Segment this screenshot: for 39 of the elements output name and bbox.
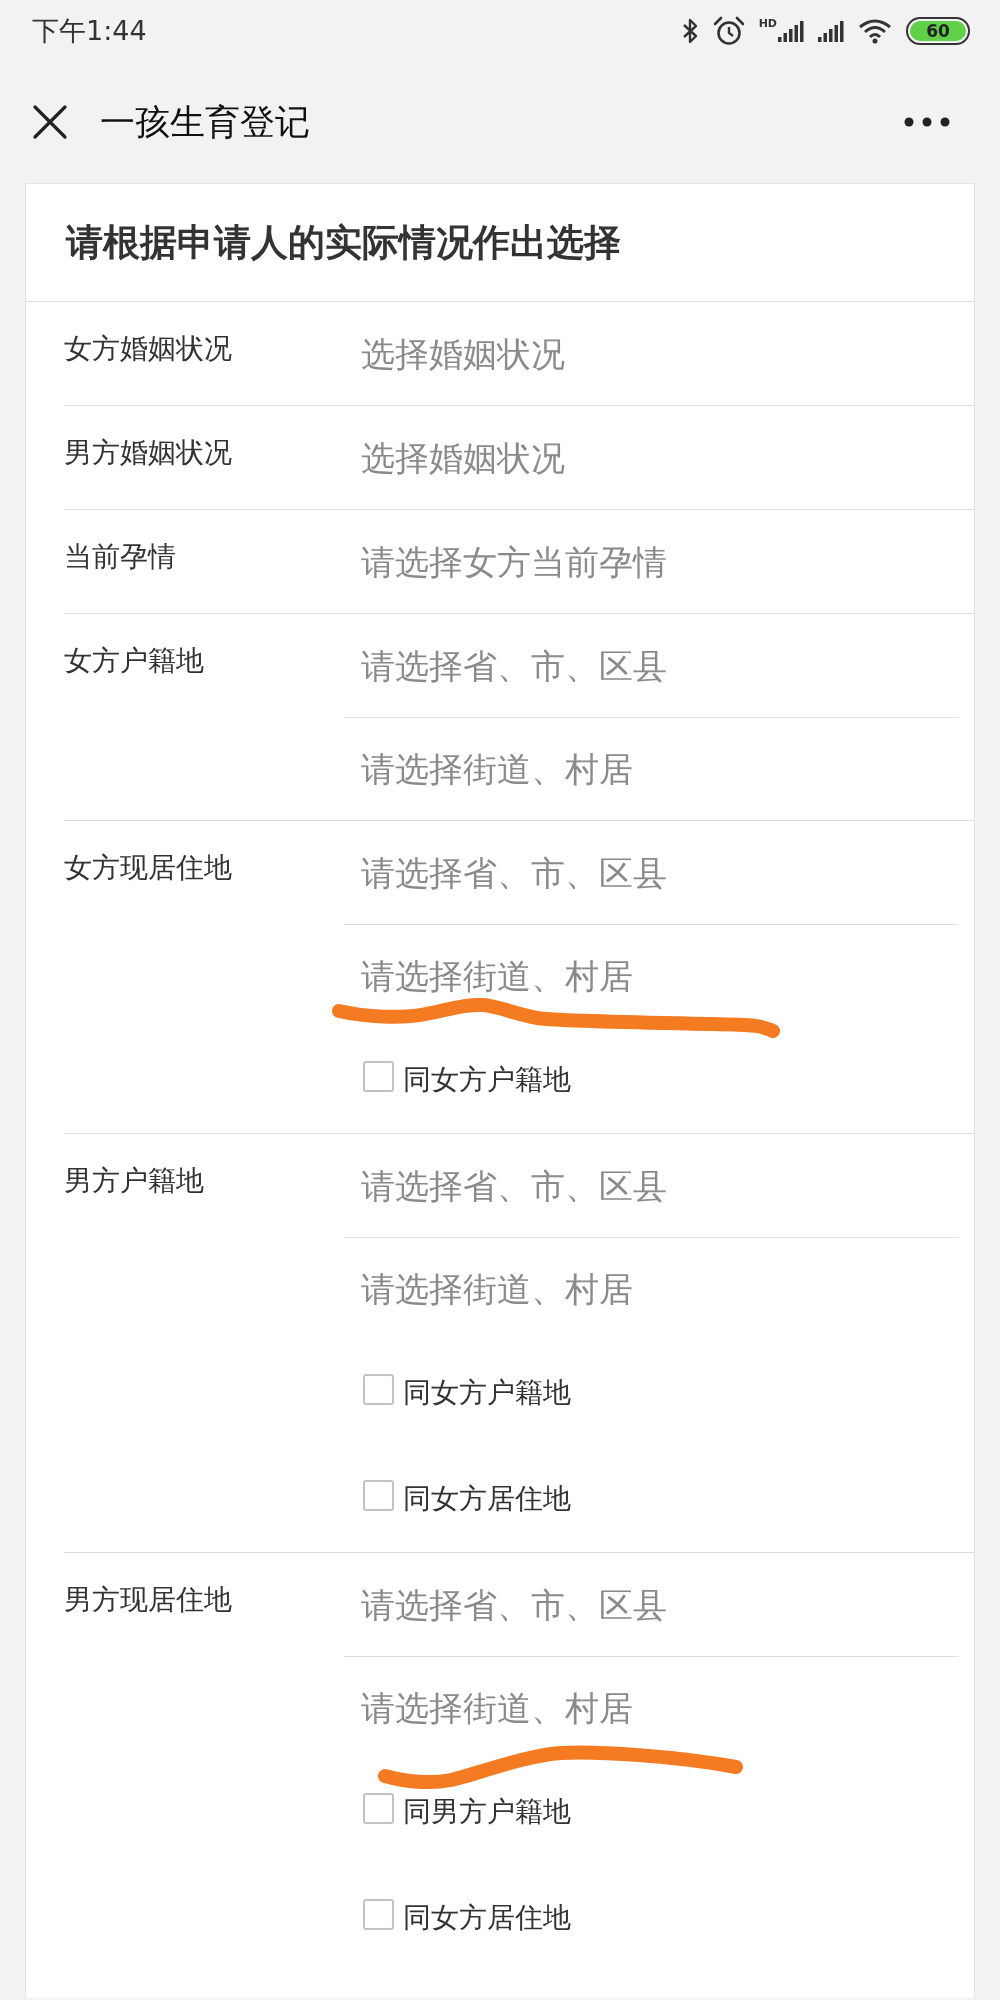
select-field[interactable]: 请选择省、市、区县 [344, 821, 959, 924]
checkbox[interactable] [363, 1373, 394, 1405]
page-title: 一孩生育登记 [100, 100, 310, 144]
select-field[interactable]: 请选择街道、村居 [344, 925, 959, 1027]
close-icon[interactable] [32, 104, 68, 140]
form-heading: 请根据申请人的实际情况作出选择 [26, 184, 974, 302]
signal-icon [818, 20, 844, 42]
field-label: 男方现居住地 [64, 1582, 233, 1618]
field-label: 男方户籍地 [64, 1163, 205, 1199]
field-label: 当前孕情 [64, 539, 177, 575]
select-field[interactable]: 请选择女方当前孕情 [344, 510, 959, 613]
checkbox-label[interactable]: 同女方居住地 [403, 1897, 571, 1939]
status-time: 下午1:44 [32, 13, 147, 48]
select-field[interactable]: 选择婚姻状况 [344, 406, 959, 509]
signal-icon [778, 20, 804, 42]
checkbox-label[interactable]: 同女方户籍地 [403, 1059, 571, 1101]
checkbox-label[interactable]: 同女方户籍地 [403, 1372, 571, 1414]
battery-indicator: 60 [906, 17, 970, 45]
checkbox[interactable] [363, 1898, 394, 1930]
select-field[interactable]: 请选择省、市、区县 [344, 1553, 959, 1656]
checkbox-label[interactable]: 同男方户籍地 [403, 1791, 571, 1833]
checkbox[interactable] [363, 1060, 394, 1092]
checkbox-label[interactable]: 同女方居住地 [403, 1478, 571, 1520]
select-field[interactable]: 请选择省、市、区县 [344, 614, 959, 717]
network-type-label: HD [758, 18, 777, 29]
checkbox[interactable] [363, 1792, 394, 1824]
field-label: 女方户籍地 [64, 643, 205, 679]
field-label: 男方婚姻状况 [64, 435, 233, 471]
select-field[interactable]: 请选择街道、村居 [344, 1238, 959, 1340]
select-field[interactable]: 请选择街道、村居 [344, 1657, 959, 1759]
alarm-clock-icon [712, 16, 745, 46]
checkbox[interactable] [363, 1479, 394, 1511]
field-label: 女方现居住地 [64, 850, 233, 886]
field-label: 女方婚姻状况 [64, 331, 233, 367]
select-field[interactable]: 选择婚姻状况 [344, 302, 959, 405]
wifi-icon [858, 18, 892, 44]
select-field[interactable]: 请选择街道、村居 [344, 718, 959, 820]
more-menu-icon[interactable] [904, 117, 950, 127]
select-field[interactable]: 请选择省、市、区县 [344, 1134, 959, 1237]
